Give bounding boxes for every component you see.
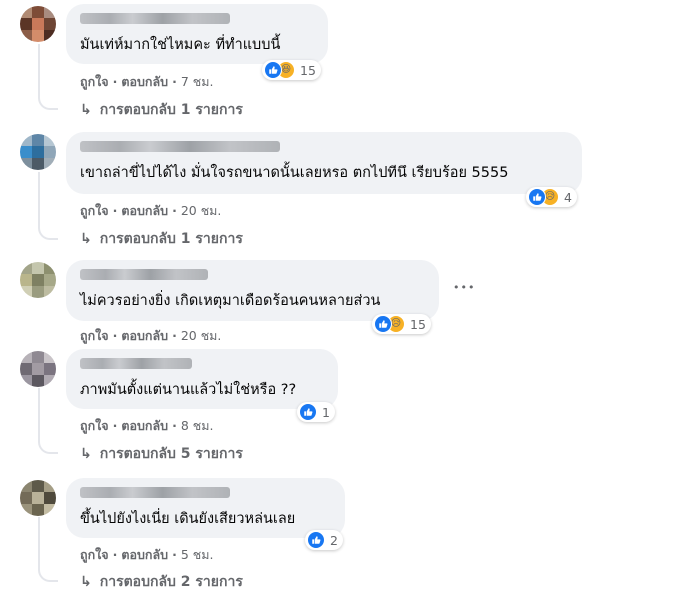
like-button[interactable]: ถูกใจ [80,74,109,89]
comment-time[interactable]: 20 ชม. [181,203,222,218]
reply-button[interactable]: ตอบกลับ [121,418,168,433]
replies-count-label: การตอบกลับ 1 รายการ [99,231,243,247]
like-icon [528,188,546,206]
comment-bubble: เขาถล่าขี่ไปได้ไง มั่นใจรถขนาดนั้นเลยหรอ… [66,132,582,194]
reply-button[interactable]: ตอบกลับ [121,547,168,562]
comment-actions: ถูกใจ · ตอบกลับ · 20 ชม. [80,203,222,218]
comment-time[interactable]: 8 ชม. [181,418,214,433]
replies-count-label: การตอบกลับ 2 รายการ [99,574,243,590]
more-options-icon[interactable]: ••• [453,281,475,294]
reaction-summary[interactable]: 😥 15 [372,314,431,334]
thread-line [38,517,40,569]
reaction-count: 2 [330,532,338,548]
comment-text: ไม่ควรอย่างยิ่ง เกิดเหตุมาเดือดร้อนคนหลา… [80,293,381,309]
author-name-redacted[interactable] [80,269,208,280]
avatar[interactable] [20,134,56,170]
comment-text: เขาถล่าขี่ไปได้ไง มั่นใจรถขนาดนั้นเลยหรอ… [80,165,509,181]
avatar[interactable] [20,480,56,516]
thread-connector [38,224,58,240]
like-icon [299,403,317,421]
comment-time[interactable]: 7 ชม. [181,74,214,89]
avatar[interactable] [20,262,56,298]
comment-bubble: มันเท่ห์มากใช่ไหมคะ ที่ทำแบบนี้ [66,4,328,64]
reply-arrow-icon: ↳ [80,574,92,590]
like-button[interactable]: ถูกใจ [80,328,109,343]
comment-actions: ถูกใจ · ตอบกลับ · 8 ชม. [80,418,214,433]
comment-time[interactable]: 5 ชม. [181,547,214,562]
replies-count-label: การตอบกลับ 1 รายการ [99,102,243,118]
reply-arrow-icon: ↳ [80,102,92,118]
thread-connector [38,438,58,454]
reaction-count: 15 [410,316,426,332]
like-button[interactable]: ถูกใจ [80,418,109,433]
comment-text: ภาพมันตั้งแต่นานแล้วไม่ใช่หรือ ?? [80,382,297,398]
comment-text: ขึ้นไปยังไงเนี่ย เดินยังเสียวหล่นเลย [80,511,296,527]
reaction-summary[interactable]: 😥 4 [526,187,577,207]
comment-actions: ถูกใจ · ตอบกลับ · 20 ชม. [80,328,222,343]
like-button[interactable]: ถูกใจ [80,547,109,562]
like-button[interactable]: ถูกใจ [80,203,109,218]
reply-arrow-icon: ↳ [80,446,92,462]
reaction-summary[interactable]: 1 [297,402,335,422]
reply-button[interactable]: ตอบกลับ [121,74,168,89]
author-name-redacted[interactable] [80,13,230,24]
view-replies-link[interactable]: ↳ การตอบกลับ 5 รายการ [80,443,243,465]
reaction-count: 4 [564,189,572,205]
view-replies-link[interactable]: ↳ การตอบกลับ 1 รายการ [80,228,243,250]
comment-bubble: ขึ้นไปยังไงเนี่ย เดินยังเสียวหล่นเลย [66,478,345,538]
view-replies-link[interactable]: ↳ การตอบกลับ 2 รายการ [80,571,243,593]
thread-connector [38,566,58,582]
reaction-count: 15 [300,62,316,78]
author-name-redacted[interactable] [80,141,280,152]
like-icon [264,61,282,79]
thread-line [38,44,40,94]
author-name-redacted[interactable] [80,358,192,369]
view-replies-link[interactable]: ↳ การตอบกลับ 1 รายการ [80,99,243,121]
reply-arrow-icon: ↳ [80,231,92,247]
like-icon [374,315,392,333]
avatar[interactable] [20,6,56,42]
comment-time[interactable]: 20 ชม. [181,328,222,343]
avatar[interactable] [20,351,56,387]
reply-button[interactable]: ตอบกลับ [121,203,168,218]
thread-line [38,172,40,226]
replies-count-label: การตอบกลับ 5 รายการ [99,446,243,462]
comment-bubble: ไม่ควรอย่างยิ่ง เกิดเหตุมาเดือดร้อนคนหลา… [66,260,439,321]
reaction-summary[interactable]: 😆 15 [262,60,321,80]
comment-actions: ถูกใจ · ตอบกลับ · 5 ชม. [80,547,214,562]
reaction-count: 1 [322,404,330,420]
reaction-summary[interactable]: 2 [305,530,343,550]
thread-connector [38,94,58,110]
thread-line [38,388,40,440]
comment-bubble: ภาพมันตั้งแต่นานแล้วไม่ใช่หรือ ?? [66,349,338,409]
author-name-redacted[interactable] [80,487,230,498]
reply-button[interactable]: ตอบกลับ [121,328,168,343]
comment-text: มันเท่ห์มากใช่ไหมคะ ที่ทำแบบนี้ [80,37,281,53]
like-icon [307,531,325,549]
comment-actions: ถูกใจ · ตอบกลับ · 7 ชม. [80,74,214,89]
